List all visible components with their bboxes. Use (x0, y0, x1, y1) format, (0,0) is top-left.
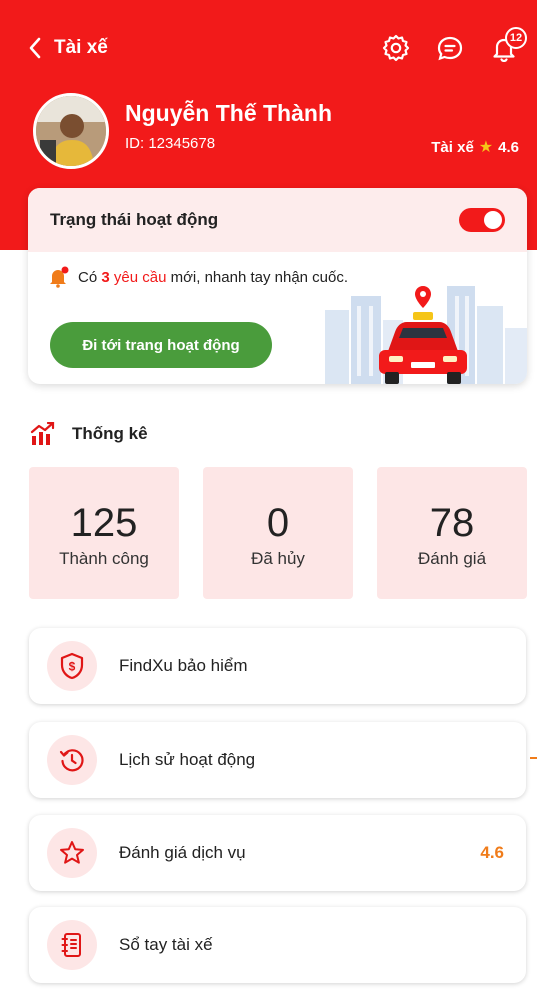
stat-value: 78 (429, 501, 475, 545)
menu-item-driver-handbook[interactable]: Sổ tay tài xế (29, 907, 526, 983)
driver-rating: Tài xế ★ 4.6 (431, 137, 519, 157)
role-label: Tài xế (431, 138, 474, 156)
city-taxi-illustration (325, 286, 527, 384)
top-bar: Tài xế 12 (28, 27, 527, 68)
chevron-left-icon (29, 37, 41, 59)
notice-count: 3 (101, 268, 110, 286)
notification-badge: 12 (505, 27, 527, 49)
stat-success[interactable]: 125 Thành công (29, 467, 179, 599)
status-toggle[interactable] (459, 208, 505, 232)
menu-item-history[interactable]: Lịch sử hoạt động (29, 722, 526, 798)
gear-icon (382, 34, 410, 62)
driver-id: ID: 12345678 (125, 135, 216, 152)
notice-request: yêu cầu (113, 268, 167, 286)
driver-photo-icon (36, 96, 106, 166)
request-notice: Có 3 yêu cầu mới, nhanh tay nhận cuốc. (48, 266, 348, 288)
status-card: Trạng thái hoạt động Có 3 yêu cầu mới, n… (28, 188, 527, 384)
edge-indicator (530, 757, 537, 759)
service-rating-value: 4.6 (480, 843, 504, 862)
svg-text:$: $ (69, 660, 76, 674)
stat-cancelled[interactable]: 0 Đã hủy (203, 467, 353, 599)
menu-label: Lịch sử hoạt động (119, 750, 256, 769)
status-title: Trạng thái hoạt động (50, 210, 219, 229)
notification-button[interactable]: 12 (489, 27, 527, 63)
stat-label: Đánh giá (417, 549, 487, 568)
notebook-icon (61, 933, 81, 957)
notice-prefix: Có (78, 268, 98, 286)
message-button[interactable] (435, 33, 465, 63)
stats-header: Thống kê (30, 422, 148, 446)
bell-alert-icon (50, 266, 69, 288)
insurance-shield-icon: $ (60, 652, 84, 680)
back-button[interactable]: Tài xế (28, 37, 108, 59)
star-icon (60, 841, 84, 864)
menu-item-service-rating[interactable]: Đánh giá dịch vụ 4.6 (29, 815, 526, 891)
chart-trend-icon (30, 422, 55, 445)
rating-value: 4.6 (498, 138, 519, 156)
driver-name: Nguyễn Thế Thành (125, 100, 332, 126)
stat-label: Thành công (59, 549, 149, 568)
go-to-activity-button[interactable]: Đi tới trang hoạt động (50, 322, 272, 368)
menu-label: Đánh giá dịch vụ (119, 843, 246, 862)
menu-item-insurance[interactable]: $ FindXu bảo hiểm (29, 628, 526, 704)
settings-button[interactable] (381, 33, 411, 63)
stat-value: 0 (266, 501, 290, 545)
chat-icon (437, 36, 463, 61)
star-icon: ★ (478, 139, 494, 156)
avatar[interactable] (33, 93, 109, 169)
status-header: Trạng thái hoạt động (28, 188, 527, 252)
stat-reviews[interactable]: 78 Đánh giá (377, 467, 527, 599)
menu-label: Sổ tay tài xế (119, 935, 213, 954)
menu-label: FindXu bảo hiểm (119, 656, 248, 675)
history-icon (59, 749, 84, 772)
page-title: Tài xế (54, 37, 108, 58)
stats-title: Thống kê (72, 424, 148, 443)
stat-value: 125 (70, 501, 138, 545)
stat-label: Đã hủy (251, 549, 305, 568)
